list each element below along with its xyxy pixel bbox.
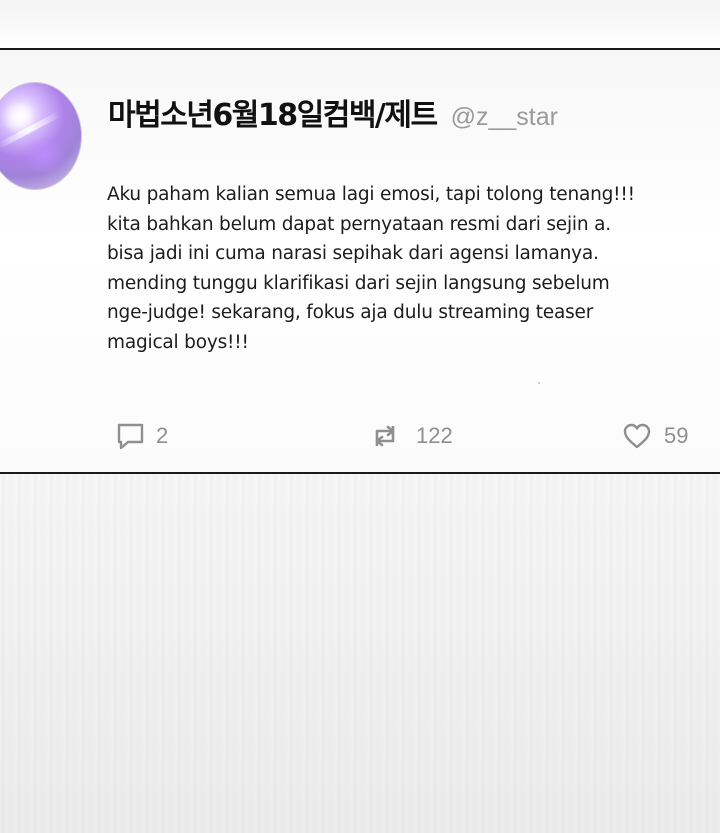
post-body-line: Aku paham kalian semua lagi emosi, tapi … bbox=[107, 184, 635, 205]
display-name[interactable]: 마법소년6월18일컴백/제트 bbox=[108, 90, 438, 134]
top-fade bbox=[0, 0, 720, 48]
post-body-line: magical boys!!! bbox=[107, 331, 249, 353]
post-body-line: bisa jadi ini cuma narasi sepihak dari a… bbox=[107, 243, 599, 264]
avatar-glow-secondary bbox=[19, 138, 69, 172]
retweet-button[interactable]: 122 bbox=[370, 418, 453, 454]
post-body-line: kita bahkan belum dapat pernyataan resmi… bbox=[107, 213, 611, 235]
post-body-line: nge-judge! sekarang, fokus aja dulu stre… bbox=[107, 302, 594, 323]
like-button[interactable]: 59 bbox=[622, 418, 688, 454]
reply-icon bbox=[117, 423, 144, 450]
like-count: 59 bbox=[664, 423, 689, 448]
user-handle[interactable]: @z__star bbox=[451, 103, 558, 132]
retweet-icon bbox=[375, 425, 395, 447]
reply-count: 2 bbox=[156, 423, 169, 448]
reply-button[interactable]: 2 bbox=[116, 418, 168, 454]
avatar[interactable] bbox=[0, 82, 82, 190]
post-body: Aku paham kalian semua lagi emosi, tapi … bbox=[107, 180, 697, 357]
decorative-speck bbox=[538, 382, 540, 384]
post-header: 마법소년6월18일컴백/제트 @z__star bbox=[108, 90, 558, 134]
post-card[interactable]: 마법소년6월18일컴백/제트 @z__star Aku paham kalian… bbox=[0, 48, 720, 474]
heart-icon bbox=[623, 423, 651, 449]
post-body-line: mending tunggu klarifikasi dari sejin la… bbox=[107, 272, 610, 294]
retweet-count: 122 bbox=[416, 423, 453, 448]
